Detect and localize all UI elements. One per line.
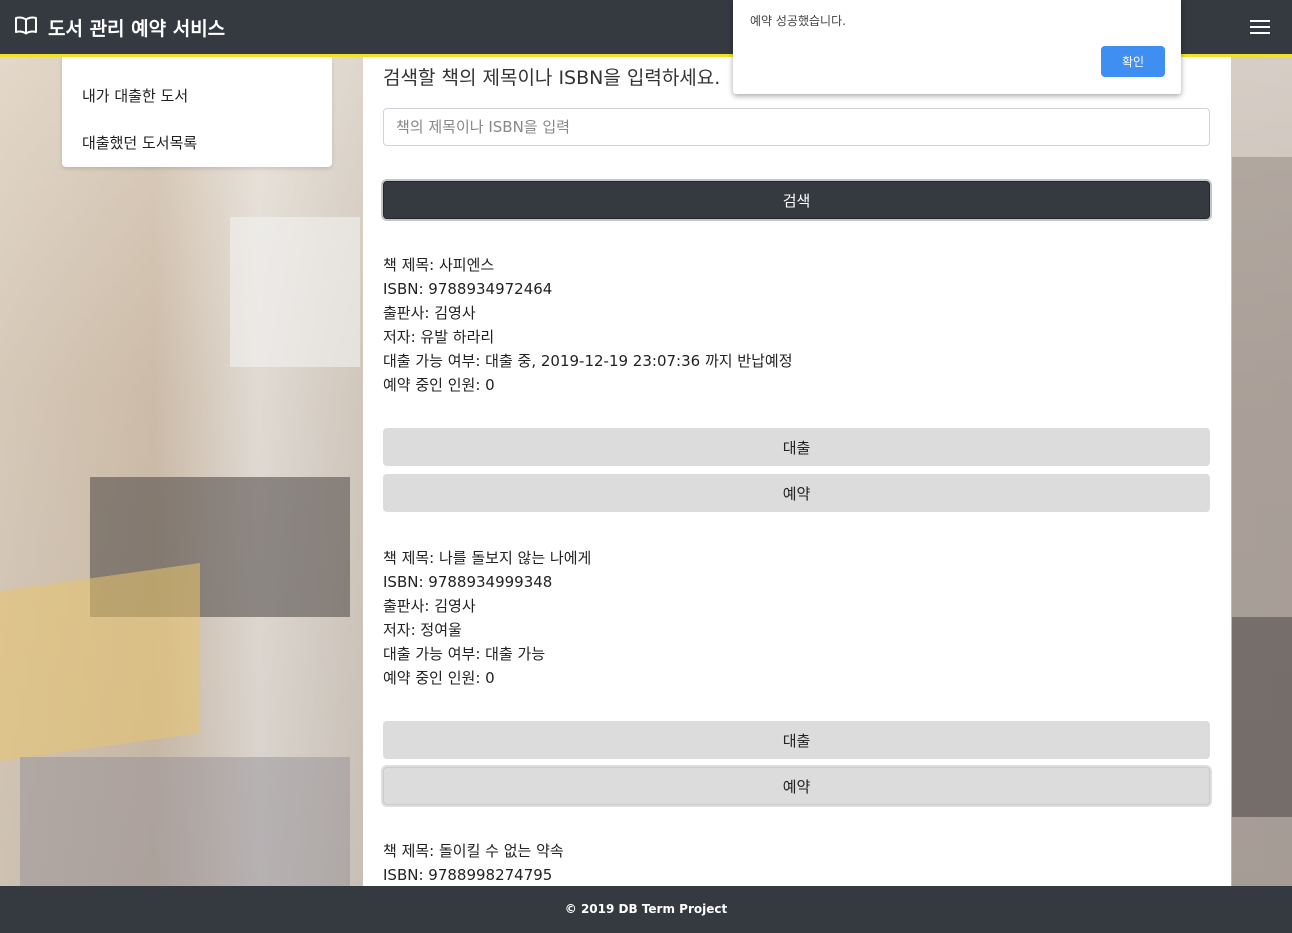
alert-dialog: 예약 성공했습니다. 확인 [733,0,1181,94]
hamburger-icon[interactable] [1250,18,1270,36]
book-isbn: ISBN: 9788934972464 [383,280,553,298]
book-open-icon [14,15,48,40]
book-publisher: 출판사: 김영사 [383,304,476,322]
brand-link[interactable]: 도서 관리 예약 서비스 [14,14,225,41]
book-availability: 대출 가능 여부: 대출 중, 2019-12-19 23:07:36 까지 반… [383,352,793,370]
main-content: 검색할 책의 제목이나 ISBN을 입력하세요. 검색 책 제목: 사피엔스 I… [363,57,1231,886]
alert-message: 예약 성공했습니다. [750,14,846,28]
book-isbn: ISBN: 9788998274795 [383,866,553,884]
book-title: 책 제목: 사피엔스 [383,256,495,274]
book-isbn: ISBN: 9788934999348 [383,573,553,591]
search-input[interactable] [383,108,1210,146]
book-item: 책 제목: 돌이킬 수 없는 약속 ISBN: 9788998274795 [383,839,1210,886]
brand-title: 도서 관리 예약 서비스 [48,18,226,40]
book-title: 책 제목: 나를 돌보지 않는 나에게 [383,549,592,567]
footer: © 2019 DB Term Project [0,886,1292,933]
alert-ok-button[interactable]: 확인 [1101,46,1165,77]
menu-item-borrow-history[interactable]: 대출했던 도서목록 [82,132,197,153]
book-publisher: 출판사: 김영사 [383,597,476,615]
book-availability: 대출 가능 여부: 대출 가능 [383,645,546,663]
book-item: 책 제목: 사피엔스 ISBN: 9788934972464 출판사: 김영사 … [383,253,1210,397]
search-button[interactable]: 검색 [383,181,1210,219]
menu-item-my-borrowed[interactable]: 내가 대출한 도서 [82,85,188,106]
book-title: 책 제목: 돌이킬 수 없는 약속 [383,842,564,860]
menu-dropdown: 내가 대출한 도서 대출했던 도서목록 [62,57,332,167]
reserve-button[interactable]: 예약 [383,474,1210,512]
book-item: 책 제목: 나를 돌보지 않는 나에게 ISBN: 9788934999348 … [383,546,1210,690]
reserve-button[interactable]: 예약 [383,767,1210,805]
search-title: 검색할 책의 제목이나 ISBN을 입력하세요. [383,67,721,89]
book-reservations: 예약 중인 인원: 0 [383,669,495,687]
book-author: 저자: 유발 하라리 [383,328,495,346]
book-reservations: 예약 중인 인원: 0 [383,376,495,394]
borrow-button[interactable]: 대출 [383,428,1210,466]
book-author: 저자: 정여울 [383,621,462,639]
borrow-button[interactable]: 대출 [383,721,1210,759]
